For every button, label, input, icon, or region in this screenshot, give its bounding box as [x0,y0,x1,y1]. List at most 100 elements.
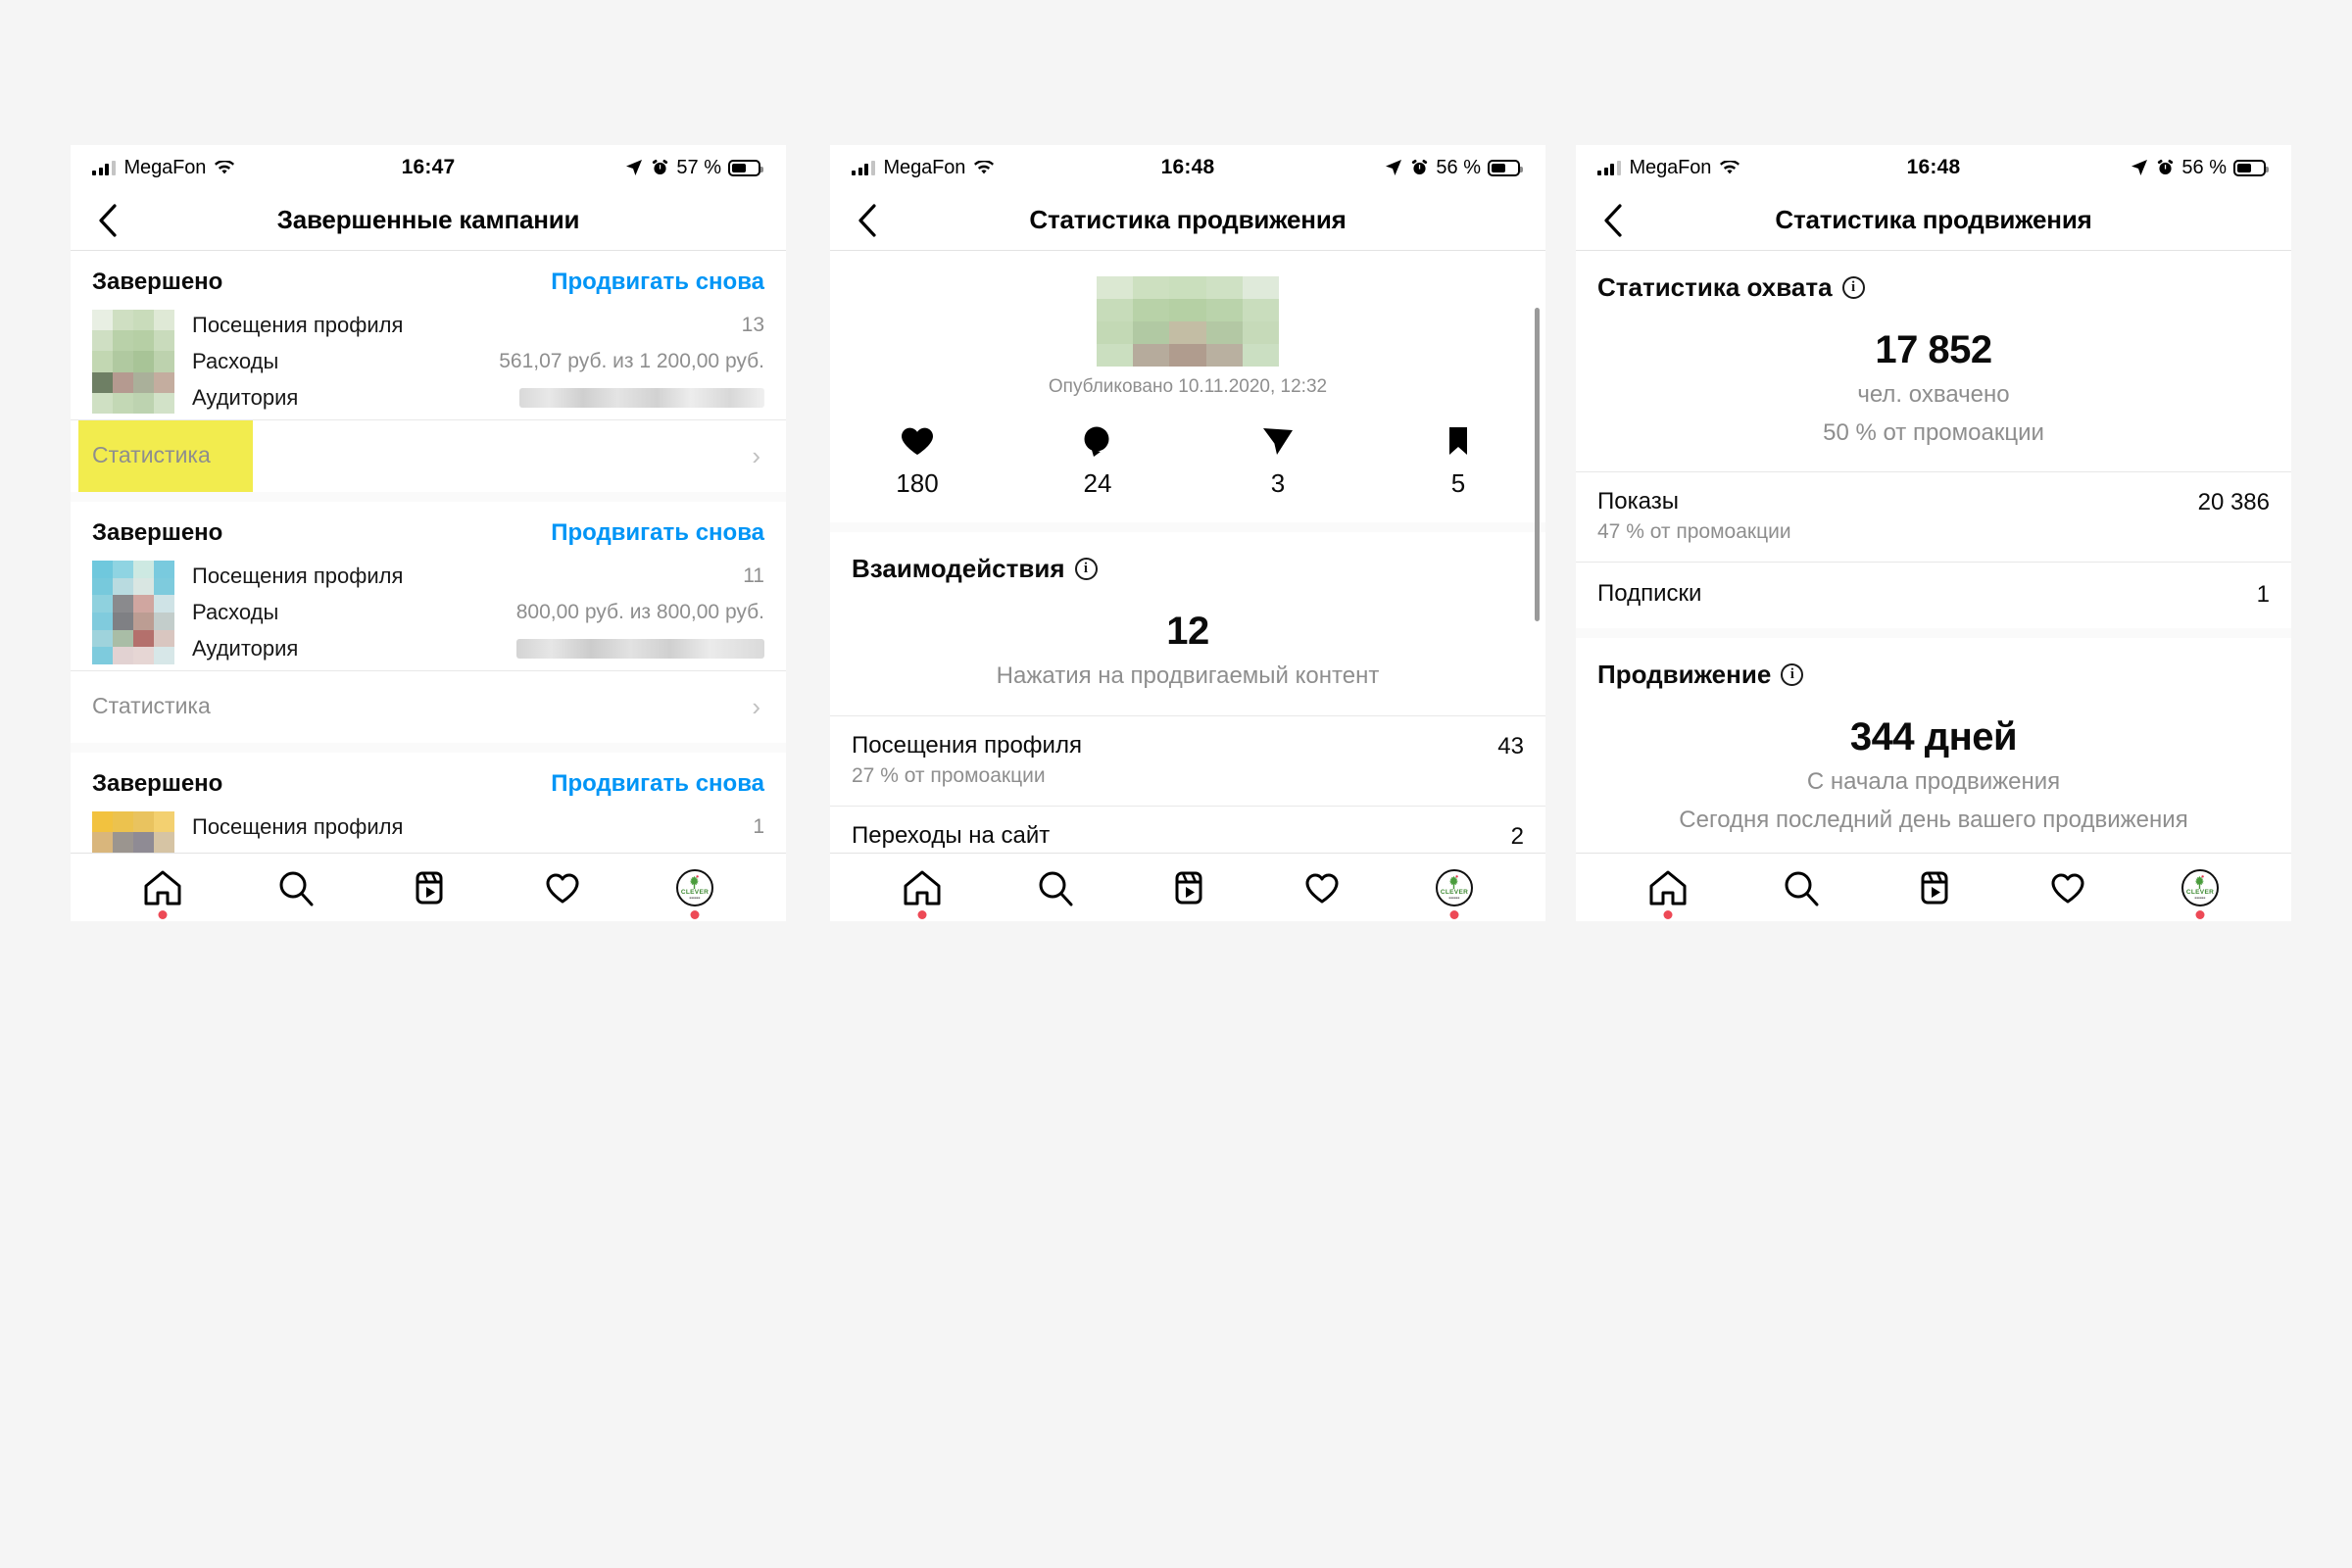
tab-home[interactable] [903,869,942,919]
status-bar-right: 56 % [2130,156,2269,179]
status-bar: MegaFon 16:48 56 % [1576,145,2291,190]
campaign-body: Посещения профиля 13 Расходы 561,07 руб.… [71,306,786,419]
campaign-card[interactable]: Завершено Продвигать снова Посещения про… [71,251,786,492]
location-arrow-icon [626,160,643,175]
engagement-comments[interactable]: 24 [1055,425,1140,499]
tab-profile[interactable]: CLEVER ■■■■■■ [1436,868,1473,919]
info-icon[interactable]: i [1074,558,1098,580]
post-thumbnail[interactable] [1097,276,1279,367]
campaign-list[interactable]: Завершено Продвигать снова Посещения про… [71,251,786,921]
tab-reels[interactable] [410,869,449,906]
tab-home[interactable] [143,869,182,919]
nav-header: Статистика продвижения [1576,190,2291,251]
alarm-clock-icon [2158,159,2174,175]
post-published-date: Опубликовано 10.11.2020, 12:32 [1048,376,1328,397]
nav-header: Завершенные кампании [71,190,786,251]
promote-again-link[interactable]: Продвигать снова [551,269,764,296]
metric-value: 43 [1497,732,1524,760]
bookmark-icon [1449,427,1467,455]
avatar-logo-subtext: ■■■■■■ [689,896,701,901]
reels-icon [1175,871,1202,904]
tab-home[interactable] [1648,869,1688,919]
tab-profile[interactable]: CLEVER ■■■■■■ [2181,868,2219,919]
tab-activity[interactable] [1302,869,1342,906]
avatar-logo-subtext: ■■■■■■ [2194,896,2206,901]
screenshot-stage: MegaFon 16:47 57 % Завершенные кампании [0,0,2352,1568]
section-gap [830,522,1545,532]
tab-reels[interactable] [1915,869,1954,906]
notification-dot [158,909,168,919]
campaign-card[interactable]: Завершено Продвигать снова Посещения про… [71,502,786,743]
promote-again-link[interactable]: Продвигать снова [551,519,764,547]
reach-metric-row: Подписки 1 [1576,563,2291,629]
chevron-right-icon: › [752,440,760,470]
metric-label: Посещения профиля [192,814,404,839]
section-title: Статистика охвата [1597,272,1833,302]
promotion-stats-scroll[interactable]: Опубликовано 10.11.2020, 12:32 180 24 3 [830,251,1545,921]
notification-dot [690,909,700,919]
tab-search[interactable] [276,869,316,906]
promote-again-link[interactable]: Продвигать снова [551,770,764,798]
phone-screen-promotion-stats-post: MegaFon 16:48 56 % Статистика продвижени… [830,145,1545,921]
campaign-metric-row: Расходы 561,07 руб. из 1 200,00 руб. [192,349,764,374]
campaign-status: Завершено [92,519,223,546]
comments-count: 24 [1083,468,1112,498]
battery-percent: 56 % [2181,156,2227,178]
metric-name: Посещения профиля [852,731,1082,759]
reach-metric-row: Показы 47 % от промоакции 20 386 [1576,472,2291,563]
campaign-thumbnail[interactable] [92,561,174,664]
page-title: Статистика продвижения [1029,205,1347,234]
campaign-header: Завершено Продвигать снова [71,502,786,557]
search-icon [1785,871,1819,906]
nav-header: Статистика продвижения [830,190,1545,251]
reels-icon [1921,871,1948,904]
battery-icon [1488,159,1523,176]
post-engagement-row: 180 24 3 5 [830,408,1545,522]
campaign-metric-row: Расходы 800,00 руб. из 800,00 руб. [192,600,764,625]
alarm-clock-icon [1412,159,1428,175]
reels-icon [416,871,443,904]
reach-caption-2: 50 % от промоакции [1823,418,2044,446]
metric-value: 1 [2256,581,2270,609]
comment-icon [1084,426,1109,457]
tab-activity[interactable] [2048,869,2087,906]
reach-value: 17 852 [1875,328,1992,371]
metric-value: 561,07 руб. из 1 200,00 руб. [499,350,764,372]
engagement-saves[interactable]: 5 [1416,425,1500,499]
search-icon [279,871,314,906]
bottom-tab-bar[interactable]: CLEVER ■■■■■■ [830,853,1545,921]
tab-activity[interactable] [543,869,582,906]
heart-icon [1305,873,1339,903]
tab-search[interactable] [1036,869,1075,906]
info-icon[interactable]: i [1781,663,1804,687]
bottom-tab-bar[interactable]: CLEVER ■■■■■■ [1576,853,2291,921]
info-icon[interactable]: i [1841,276,1865,299]
scrollbar-thumb[interactable] [1535,308,1540,621]
promotion-detail-scroll[interactable]: Статистика охвата i 17 852 чел. охвачено… [1576,251,2291,921]
tab-reels[interactable] [1169,869,1208,906]
campaign-thumbnail[interactable] [92,310,174,414]
metric-name: Подписки [1597,580,1702,608]
campaign-stats-link[interactable]: Статистика › [71,671,786,743]
tab-search[interactable] [1782,869,1821,906]
section-title: Взаимодействия [852,554,1065,583]
metric-value: 20 386 [2197,489,2270,516]
tab-profile[interactable]: CLEVER ■■■■■■ [676,868,713,919]
home-icon [1649,870,1687,905]
campaign-stats-link[interactable]: Статистика › [71,420,786,492]
phone-screen-promotion-stats-detail: MegaFon 16:48 56 % Статистика продвижени… [1576,145,2291,921]
page-title: Статистика продвижения [1775,205,2092,234]
campaign-body: Посещения профиля 11 Расходы 800,00 руб.… [71,557,786,670]
home-icon [144,870,181,905]
heart-icon [902,427,933,455]
battery-icon [728,159,763,176]
campaign-metric-row: Посещения профиля 11 [192,564,764,589]
likes-count: 180 [896,468,939,498]
engagement-likes[interactable]: 180 [875,425,959,499]
bottom-tab-bar[interactable]: CLEVER ■■■■■■ [71,853,786,921]
reach-caption-1: чел. охвачено [1857,381,2010,408]
section-gap [71,743,786,753]
engagement-shares[interactable]: 3 [1236,425,1320,499]
share-icon [1263,428,1293,455]
stats-label: Статистика [92,442,211,467]
